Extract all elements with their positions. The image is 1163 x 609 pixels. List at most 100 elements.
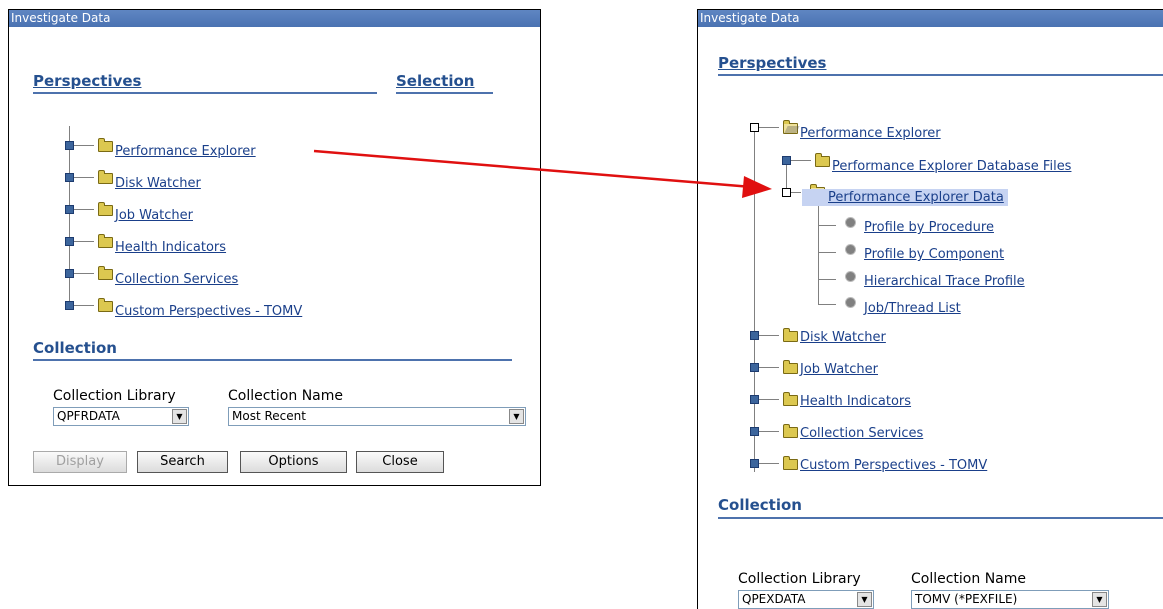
tree-connector [759,399,779,400]
expand-box-icon[interactable] [65,269,74,278]
tree-connector [759,431,779,432]
left-perspectives-header: Perspectives [33,72,142,90]
right-collection-header: Collection [718,496,802,514]
right-tree-link[interactable]: Collection Services [800,426,923,441]
folder-icon [98,202,113,216]
right-tree-leaf-link[interactable]: Profile by Component [864,247,1004,262]
expand-box-icon[interactable] [65,173,74,182]
left-investigate-panel: Investigate Data Perspectives Selection … [8,9,541,486]
collection-library-select[interactable]: QPFRDATA ▼ [53,407,189,426]
tree-connector [759,463,779,464]
folder-icon [98,138,113,152]
right-title-bar: Investigate Data [698,10,1163,27]
collection-library-value: QPEXDATA [742,592,806,606]
folder-icon [98,170,113,184]
expand-box-icon[interactable] [65,205,74,214]
expand-box-icon[interactable] [65,141,74,150]
folder-icon [783,328,798,342]
folder-icon [98,234,113,248]
tree-connector [74,145,94,146]
right-tree-leaf-link[interactable]: Hierarchical Trace Profile [864,274,1025,289]
collapse-box-icon[interactable] [750,123,759,132]
folder-icon [783,424,798,438]
tree-connector [74,177,94,178]
left-selection-header[interactable]: Selection [396,72,474,90]
expand-box-icon[interactable] [750,395,759,404]
right-tree-leaf-link[interactable]: Job/Thread List [864,301,961,316]
chevron-down-icon[interactable]: ▼ [857,592,872,607]
folder-icon [98,298,113,312]
chevron-down-icon[interactable]: ▼ [172,409,187,424]
folder-icon [783,456,798,470]
collection-library-select[interactable]: QPEXDATA ▼ [738,590,874,609]
tree-connector [791,160,811,161]
right-collection-rule [718,517,1163,519]
left-tree-link[interactable]: Disk Watcher [115,176,201,191]
folder-icon [815,153,830,167]
left-tree-link[interactable]: Collection Services [115,272,238,287]
left-tree-trunk [69,126,70,309]
folder-icon [98,266,113,280]
tree-connector [74,241,94,242]
left-tree-link[interactable]: Custom Perspectives - TOMV [115,304,302,319]
folder-icon [783,392,798,406]
collapse-box-icon[interactable] [782,188,791,197]
left-title-bar: Investigate Data [9,10,540,27]
expand-box-icon[interactable] [750,427,759,436]
expand-box-icon[interactable] [65,301,74,310]
left-tree-link[interactable]: Performance Explorer [115,144,256,159]
tree-connector [74,305,94,306]
tree-connector [759,367,779,368]
tree-connector [818,225,836,226]
right-tree-link[interactable]: Custom Perspectives - TOMV [800,458,987,473]
collection-name-value: TOMV (*PEXFILE) [915,592,1018,606]
left-tree-link[interactable]: Job Watcher [115,208,193,223]
right-tree-link[interactable]: Performance Explorer [800,126,941,141]
tree-connector [74,273,94,274]
gear-icon [846,245,855,254]
tree-connector [791,192,801,193]
expand-box-icon[interactable] [782,156,791,165]
collection-library-label: Collection Library [53,388,176,404]
collection-name-label: Collection Name [911,571,1027,587]
close-button[interactable]: Close [356,451,444,473]
tree-connector [759,335,779,336]
right-tree-link[interactable]: Job Watcher [800,362,878,377]
left-collection-rule [33,359,512,361]
tree-connector [818,279,836,280]
chevron-down-icon[interactable]: ▼ [1092,592,1107,607]
right-perspectives-rule [718,74,1163,76]
collection-name-select[interactable]: Most Recent ▼ [228,407,526,426]
expand-box-icon[interactable] [65,237,74,246]
gear-icon [846,272,855,281]
right-tree-link[interactable]: Health Indicators [800,394,911,409]
right-investigate-panel: Investigate Data Perspectives Performanc… [697,9,1163,609]
collection-name-value: Most Recent [232,409,306,423]
right-tree-link[interactable]: Disk Watcher [800,330,886,345]
folder-open-icon [783,120,798,134]
search-button[interactable]: Search [137,451,228,473]
right-tree-link-selected[interactable]: Performance Explorer Data [802,189,1008,206]
tree-connector [818,252,836,253]
right-tree-leaf-link[interactable]: Profile by Procedure [864,220,994,235]
tree-connector [818,304,836,305]
chevron-down-icon[interactable]: ▼ [509,409,524,424]
left-tree-link[interactable]: Health Indicators [115,240,226,255]
expand-box-icon[interactable] [750,459,759,468]
right-tree-link[interactable]: Performance Explorer Database Files [832,159,1071,174]
collection-name-select[interactable]: TOMV (*PEXFILE) ▼ [911,590,1109,609]
folder-icon [783,360,798,374]
expand-box-icon[interactable] [750,363,759,372]
expand-box-icon[interactable] [750,331,759,340]
right-tree-trunk [754,132,755,472]
tree-connector [74,209,94,210]
gear-icon [846,298,855,307]
gear-icon [846,218,855,227]
right-perspectives-header: Perspectives [718,54,827,72]
left-selection-rule [396,92,493,94]
collection-library-value: QPFRDATA [57,409,120,423]
display-button: Display [33,451,127,473]
options-button[interactable]: Options [240,451,347,473]
collection-name-label: Collection Name [228,388,344,404]
collection-library-label: Collection Library [738,571,861,587]
